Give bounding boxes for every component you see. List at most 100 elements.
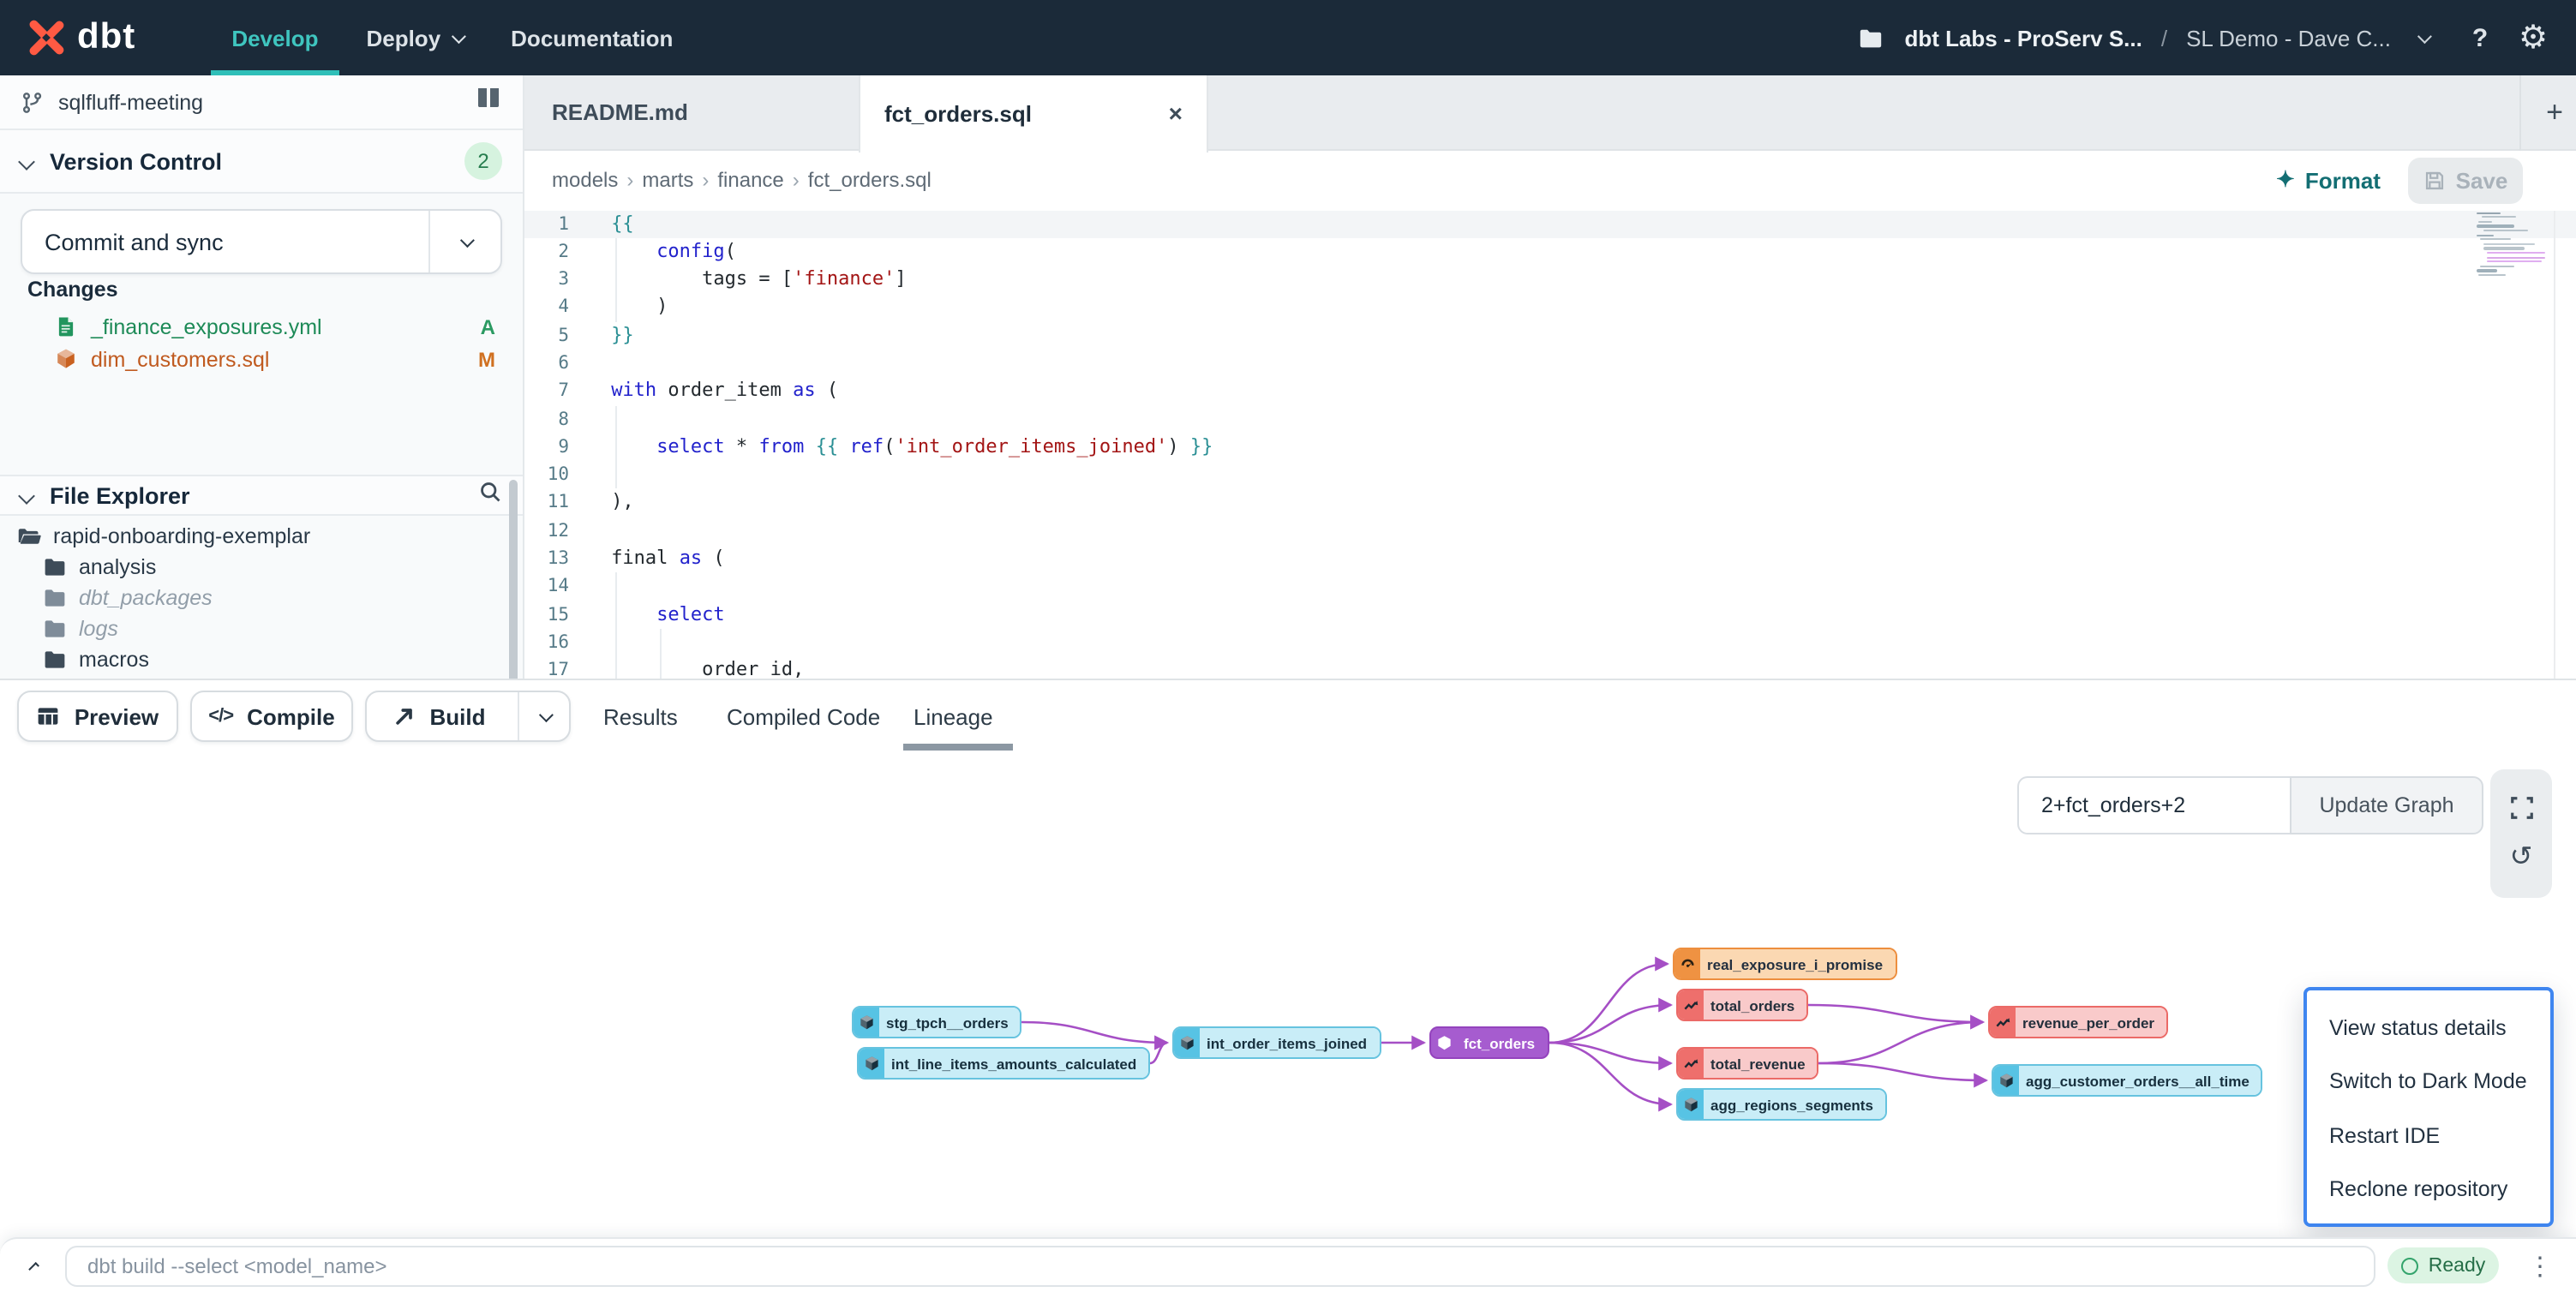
changed-file[interactable]: dim_customers.sql M [0, 343, 523, 375]
ready-dot-icon [2401, 1257, 2418, 1274]
code-line-5[interactable]: 5}} [524, 321, 2576, 350]
version-control-header[interactable]: Version Control 2 [0, 130, 523, 194]
chevron-down-icon[interactable] [2417, 29, 2432, 44]
branch-name[interactable]: sqlfluff-meeting [58, 90, 203, 114]
breadcrumb-segment[interactable]: marts [642, 168, 693, 192]
code-line-11[interactable]: 11), [524, 489, 2576, 517]
line-number: 15 [524, 601, 569, 629]
line-number: 14 [524, 573, 569, 601]
code-line-12[interactable]: 12 [524, 517, 2576, 546]
lineage-node-int_line_items_amounts_calculated[interactable]: int_line_items_amounts_calculated [857, 1047, 1150, 1080]
dbt-cloud-ide: dbt Develop Deploy Documentation dbt Lab… [0, 0, 2576, 1292]
code-line-9[interactable]: 9 select * from {{ ref('int_order_items_… [524, 434, 2576, 462]
chevron-up-icon[interactable] [21, 1257, 38, 1274]
context-menu: View status detailsSwitch to Dark ModeRe… [2303, 987, 2554, 1227]
code-line-6[interactable]: 6 [524, 350, 2576, 378]
lineage-node-total_revenue[interactable]: total_revenue [1676, 1047, 1819, 1080]
project-name[interactable]: dbt Labs - ProServ S... [1904, 25, 2142, 51]
code-editor[interactable]: 1{{2 config(3 tags = ['finance']4 )5}}67… [524, 210, 2576, 679]
tree-item-macros[interactable]: macros [0, 644, 523, 675]
lineage-node-label: stg_tpch__orders [879, 1008, 1021, 1037]
save-button[interactable]: Save [2408, 157, 2523, 203]
editor-tab-bar: README.md fct_orders.sql × + [524, 75, 2576, 150]
code-text: with order_item as ( [611, 378, 838, 406]
kebab-menu-icon[interactable]: ⋮ [2523, 1239, 2557, 1292]
sparkle-icon: ✦ [2276, 166, 2295, 194]
lineage-node-agg_regions_segments[interactable]: agg_regions_segments [1676, 1088, 1887, 1121]
code-line-7[interactable]: 7 with order_item as ( [524, 378, 2576, 406]
code-line-10[interactable]: 10 [524, 461, 2576, 489]
code-line-16[interactable]: 16 [524, 629, 2576, 657]
environment-name[interactable]: SL Demo - Dave C... [2186, 25, 2391, 51]
update-graph-button[interactable]: Update Graph [2290, 776, 2483, 834]
floppy-icon [2423, 169, 2446, 191]
lineage-node-total_orders[interactable]: total_orders [1676, 989, 1808, 1021]
folder-icon [1851, 19, 1889, 57]
command-bar: Ready ⋮ [0, 1237, 2576, 1292]
lineage-node-fct_orders[interactable]: fct_orders [1429, 1026, 1549, 1059]
code-line-3[interactable]: 3 tags = ['finance'] [524, 266, 2576, 294]
file-explorer-title: File Explorer [50, 482, 190, 508]
code-line-2[interactable]: 2 config( [524, 238, 2576, 266]
tab-readme[interactable]: README.md [524, 75, 688, 150]
folder-icon [43, 617, 67, 641]
code-text: config( [611, 238, 736, 266]
code-line-13[interactable]: 13final as ( [524, 545, 2576, 573]
code-line-15[interactable]: 15 select [524, 601, 2576, 629]
code-line-14[interactable]: 14 [524, 573, 2576, 601]
context-menu-item-restart-ide[interactable]: Restart IDE [2307, 1109, 2550, 1163]
new-tab-button[interactable]: + [2519, 75, 2576, 150]
lineage-graph[interactable]: stg_tpch__orders int_line_items_amounts_c… [0, 680, 2576, 1292]
tree-item-label: logs [79, 617, 118, 641]
status-badge[interactable]: Ready [2387, 1247, 2499, 1283]
file-explorer-header[interactable]: File Explorer [0, 475, 523, 516]
nav-develop[interactable]: Develop [207, 0, 342, 75]
code-line-8[interactable]: 8 [524, 405, 2576, 434]
lineage-node-agg_customer_orders__all_time[interactable]: agg_customer_orders__all_time [1992, 1064, 2263, 1097]
nav-documentation[interactable]: Documentation [487, 0, 697, 75]
reset-view-icon[interactable]: ↺ [2510, 845, 2533, 872]
gear-icon[interactable]: ⚙ [2514, 19, 2552, 57]
tree-item-rapid-onboarding-exemplar[interactable]: rapid-onboarding-exemplar [0, 521, 523, 552]
dbt-logo-icon [24, 15, 69, 60]
changed-file[interactable]: _finance_exposures.yml A [0, 310, 523, 343]
search-icon[interactable] [478, 479, 502, 511]
cube-icon [859, 1049, 884, 1078]
context-menu-item-switch-to-dark-mode[interactable]: Switch to Dark Mode [2307, 1055, 2550, 1109]
context-menu-item-reclone-repository[interactable]: Reclone repository [2307, 1163, 2550, 1217]
line-number: 5 [524, 321, 569, 350]
lineage-node-int_order_items_joined[interactable]: int_order_items_joined [1172, 1026, 1381, 1059]
breadcrumb-segment[interactable]: fct_orders.sql [808, 168, 932, 192]
lineage-node-real_exposure_i_promise[interactable]: real_exposure_i_promise [1673, 948, 1896, 980]
breadcrumb-segment[interactable]: finance [717, 168, 783, 192]
docs-book-icon[interactable] [475, 84, 502, 120]
code-text: }} [611, 321, 634, 350]
lineage-node-label: real_exposure_i_promise [1700, 949, 1895, 978]
tree-item-analysis[interactable]: analysis [0, 552, 523, 583]
command-input[interactable] [65, 1246, 2375, 1287]
lineage-node-stg_tpch__orders[interactable]: stg_tpch__orders [852, 1006, 1022, 1038]
close-icon[interactable]: × [1169, 102, 1183, 126]
lineage-selector-input[interactable] [2017, 776, 2290, 834]
format-button[interactable]: ✦ Format [2276, 166, 2381, 194]
tab-fct-orders[interactable]: fct_orders.sql × [859, 75, 1208, 152]
chevron-down-icon [18, 487, 35, 504]
code-line-1[interactable]: 1{{ [524, 210, 2576, 238]
fullscreen-icon[interactable] [2508, 795, 2534, 821]
gauge-icon [1674, 949, 1700, 978]
code-line-4[interactable]: 4 ) [524, 294, 2576, 322]
commit-options-caret[interactable] [428, 211, 500, 272]
context-menu-item-view-status-details[interactable]: View status details [2307, 1001, 2550, 1055]
cube-icon [1993, 1066, 2019, 1095]
breadcrumb-segment[interactable]: models [552, 168, 618, 192]
tree-item-label: macros [79, 648, 149, 672]
commit-and-sync-button[interactable]: Commit and sync [21, 209, 502, 274]
lineage-node-revenue_per_order[interactable]: revenue_per_order [1988, 1006, 2168, 1038]
tree-item-logs[interactable]: logs [0, 613, 523, 644]
nav-deploy[interactable]: Deploy [342, 0, 487, 75]
folder-icon [43, 648, 67, 672]
dbt-logo[interactable]: dbt [24, 15, 135, 60]
tree-item-dbt_packages[interactable]: dbt_packages [0, 583, 523, 613]
help-icon[interactable]: ? [2461, 19, 2499, 57]
line-number: 7 [524, 378, 569, 406]
